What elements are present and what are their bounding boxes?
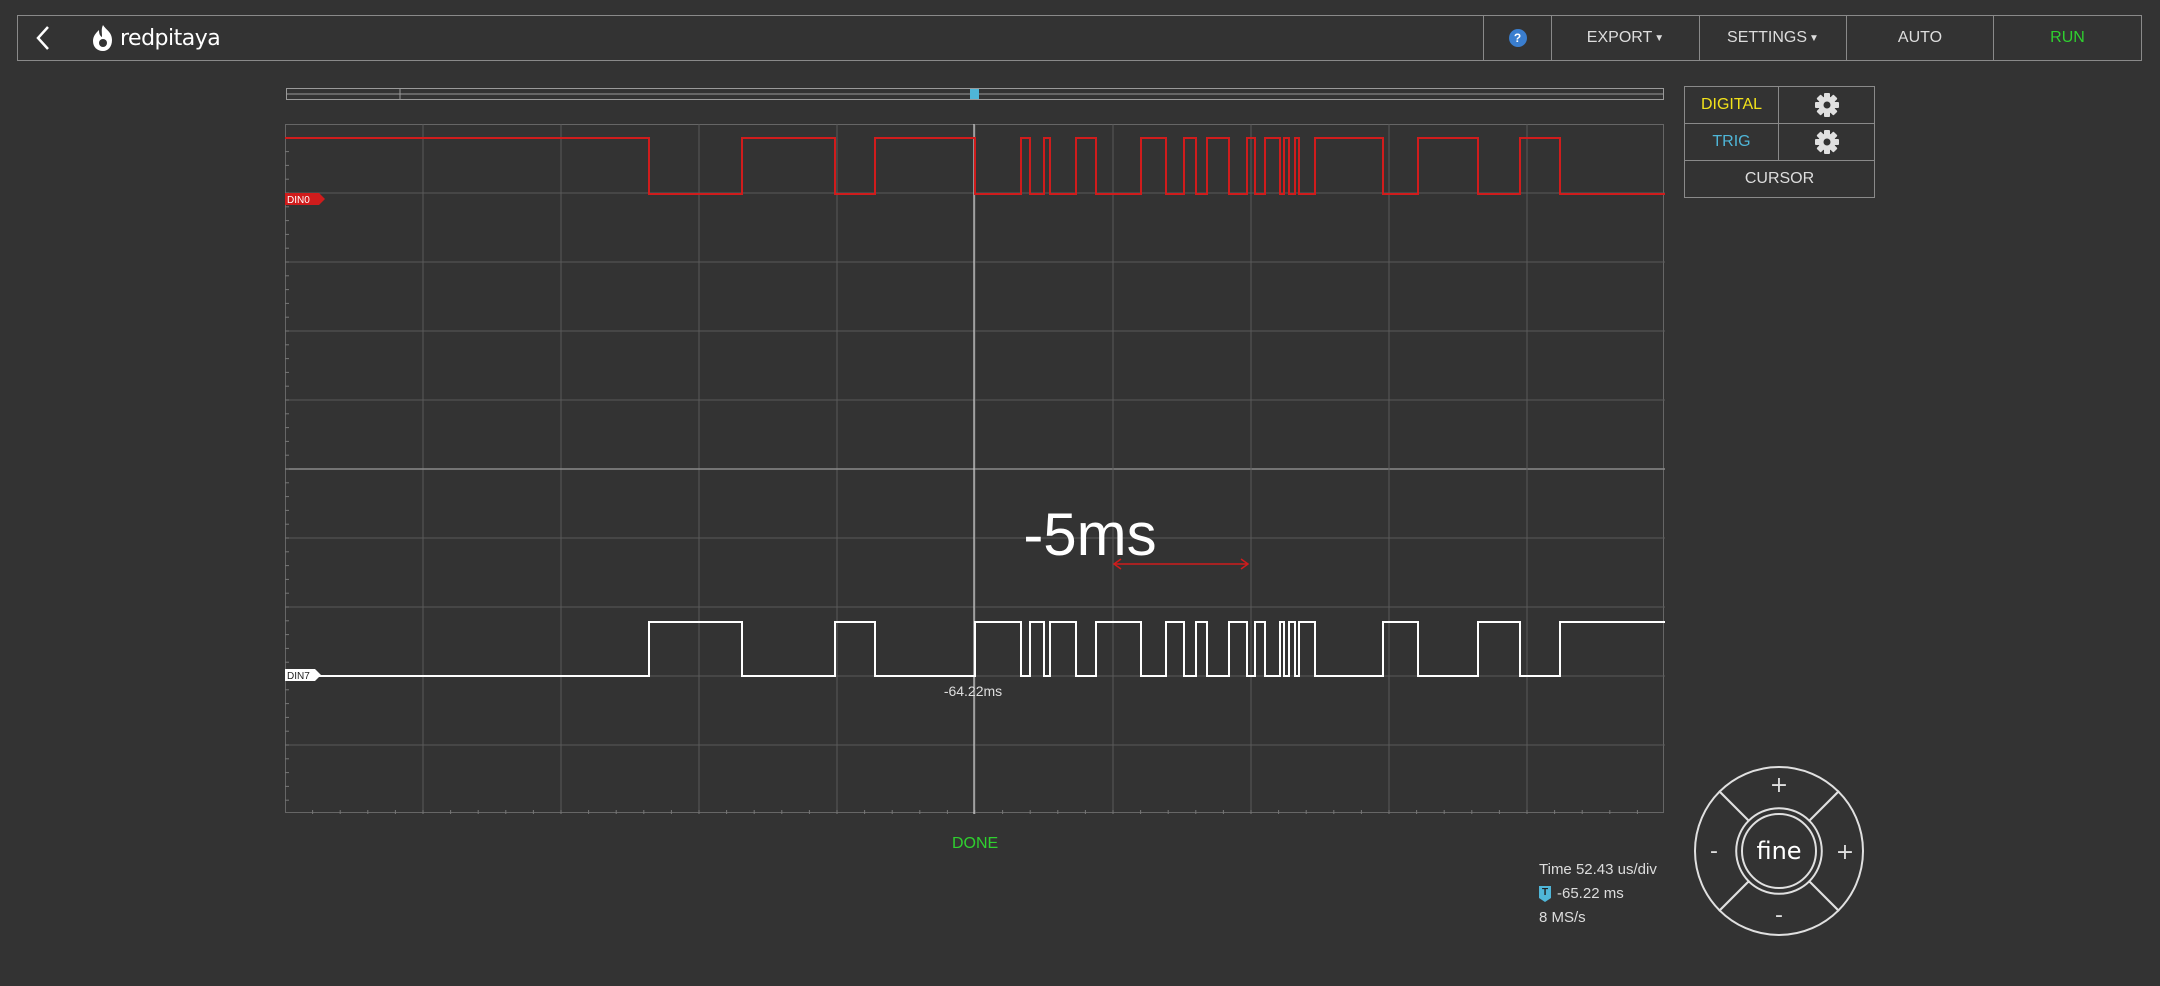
flame-logo-icon [93,25,112,51]
graph-grid [285,124,1665,814]
top-navbar: redpitaya ? EXPORT ▼ SETTINGS ▼ AUTO RUN [17,15,2142,61]
trigger-offset-text: -65.22 ms [1557,885,1624,902]
time-scale-text: Time 52.43 us/div [1539,861,1657,878]
trig-button[interactable]: TRIG [1685,124,1779,160]
din0-channel-marker[interactable]: DIN0 [285,193,325,206]
run-label: RUN [2050,29,2085,46]
auto-button[interactable]: AUTO [1846,16,1993,60]
trig-row: TRIG [1684,123,1875,161]
scrollbar-thumb[interactable] [970,89,979,99]
joystick-up-label: + [1770,773,1788,798]
export-menu-button[interactable]: EXPORT ▼ [1551,16,1699,60]
din7-label: DIN7 [287,671,310,682]
chevron-left-icon [36,26,49,50]
din7-waveform [285,621,1665,677]
cursor-button[interactable]: CURSOR [1685,161,1874,197]
help-button[interactable]: ? [1483,16,1551,60]
caret-down-icon: ▼ [1654,32,1665,44]
din7-channel-marker[interactable]: DIN7 [285,669,321,682]
sample-rate-line: 8 MS/s [1539,906,1657,930]
joystick-down-label: - [1775,903,1783,928]
settings-menu-button[interactable]: SETTINGS ▼ [1699,16,1846,60]
acquisition-info: Time 52.43 us/div T -65.22 ms 8 MS/s [1539,858,1657,930]
digital-row: DIGITAL [1684,86,1875,124]
joystick-left-button[interactable] [1693,790,1751,912]
redpitaya-logo: redpitaya [90,16,221,60]
caret-down-icon: ▼ [1809,32,1819,44]
back-button[interactable] [18,16,68,60]
run-button[interactable]: RUN [1993,16,2141,60]
time-scale-line: Time 52.43 us/div [1539,858,1657,882]
din0-label: DIN0 [287,195,310,206]
trigger-marker-icon: T [1539,886,1551,902]
joystick-fine-label: fine [1756,837,1801,865]
digital-button[interactable]: DIGITAL [1685,87,1779,123]
time-position-scrollbar[interactable] [286,87,1664,100]
trigger-offset-line: T -65.22 ms [1539,882,1657,906]
auto-label: AUTO [1897,29,1943,46]
side-panel: DIGITAL TRIG CURSOR [1684,86,1875,198]
gear-icon [1814,93,1839,117]
help-icon: ? [1508,29,1527,47]
logic-analyzer-graph[interactable]: DIN0 DIN7 -5ms -64.22ms [285,124,1665,814]
cursor-delta-label: -5ms [1023,501,1156,568]
trig-settings-button[interactable] [1779,124,1874,160]
joystick-left-label: - [1710,839,1718,864]
fine-joystick: + - - + fine [1690,762,1868,940]
digital-settings-button[interactable] [1779,87,1874,123]
trigger-time-label: -64.22ms [944,683,1002,699]
sample-rate-text: 8 MS/s [1539,909,1586,926]
acquisition-status: DONE [952,835,999,852]
cursor-row: CURSOR [1684,160,1875,198]
din0-waveform [285,137,1665,195]
export-label: EXPORT [1586,29,1653,46]
gear-icon [1814,130,1839,154]
logo-text: redpitaya [120,25,221,51]
settings-label: SETTINGS [1727,29,1808,46]
joystick-right-label: + [1836,840,1854,865]
